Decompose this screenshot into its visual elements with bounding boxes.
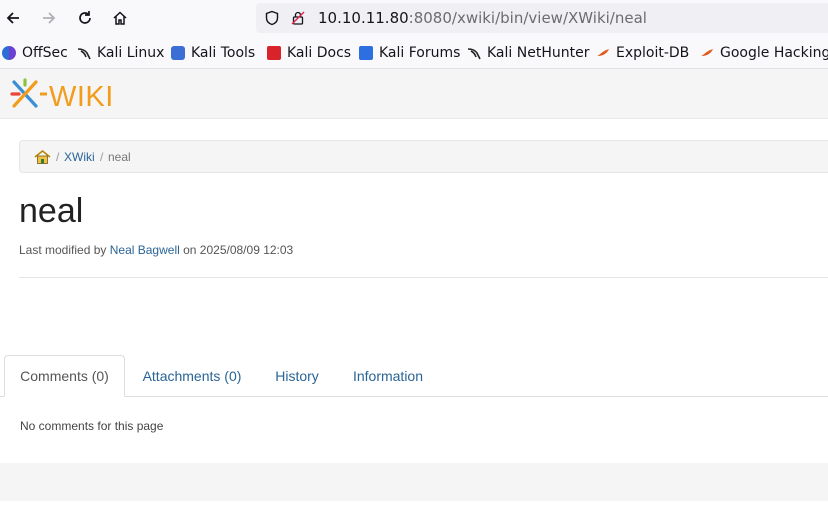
kali-tools-icon bbox=[171, 46, 185, 60]
bookmarks-bar: OffSec Kali Linux Kali Tools Kali Docs K… bbox=[0, 36, 828, 69]
page-title: neal bbox=[19, 192, 84, 230]
home-icon[interactable] bbox=[108, 6, 132, 30]
tab-information[interactable]: Information bbox=[344, 355, 432, 397]
shield-icon[interactable] bbox=[264, 10, 280, 26]
back-icon[interactable] bbox=[1, 6, 25, 30]
bookmark-google-hacking[interactable]: Google Hacking D bbox=[700, 44, 828, 62]
exploitdb-icon bbox=[596, 46, 610, 60]
svg-text:WIKI: WIKI bbox=[49, 81, 114, 110]
url-bar[interactable]: 10.10.11.80:8080/xwiki/bin/view/XWiki/ne… bbox=[256, 3, 828, 33]
breadcrumb-separator: / bbox=[100, 150, 104, 164]
kali-forums-icon bbox=[359, 46, 373, 60]
tab-attachments[interactable]: Attachments (0) bbox=[134, 355, 250, 397]
author-link[interactable]: Neal Bagwell bbox=[110, 243, 180, 257]
exploitdb-icon bbox=[700, 46, 714, 60]
kali-dragon-icon bbox=[467, 46, 481, 60]
breadcrumb: / XWiki / neal bbox=[19, 140, 828, 173]
comments-empty-text: No comments for this page bbox=[20, 419, 164, 433]
bookmark-offsec[interactable]: OffSec bbox=[2, 44, 68, 62]
breadcrumb-current: neal bbox=[108, 150, 131, 164]
divider bbox=[19, 277, 828, 278]
breadcrumb-separator: / bbox=[56, 150, 60, 164]
xwiki-header: WIKI bbox=[0, 69, 828, 119]
offsec-icon bbox=[2, 46, 16, 60]
insecure-lock-icon[interactable] bbox=[290, 10, 306, 26]
bookmark-kali-nethunter[interactable]: Kali NetHunter bbox=[467, 44, 589, 62]
bookmark-kali-tools[interactable]: Kali Tools bbox=[171, 44, 255, 62]
kali-docs-icon bbox=[267, 46, 281, 60]
bookmark-kali-forums[interactable]: Kali Forums bbox=[359, 44, 460, 62]
browser-toolbar: 10.10.11.80:8080/xwiki/bin/view/XWiki/ne… bbox=[0, 0, 828, 36]
bookmark-kali-linux[interactable]: Kali Linux bbox=[77, 44, 164, 62]
bookmark-kali-docs[interactable]: Kali Docs bbox=[267, 44, 351, 62]
home-icon[interactable] bbox=[34, 149, 51, 167]
xwiki-logo[interactable]: WIKI bbox=[10, 78, 120, 114]
breadcrumb-xwiki-link[interactable]: XWiki bbox=[64, 150, 95, 164]
bookmark-exploit-db[interactable]: Exploit-DB bbox=[596, 44, 689, 62]
tab-history[interactable]: History bbox=[266, 355, 328, 397]
kali-dragon-icon bbox=[77, 46, 91, 60]
footer bbox=[0, 463, 828, 501]
last-modified: Last modified by Neal Bagwell on 2025/08… bbox=[19, 243, 294, 257]
reload-icon[interactable] bbox=[73, 6, 97, 30]
url-text[interactable]: 10.10.11.80:8080/xwiki/bin/view/XWiki/ne… bbox=[318, 9, 647, 27]
tab-comments[interactable]: Comments (0) bbox=[4, 355, 125, 397]
forward-icon[interactable] bbox=[37, 6, 61, 30]
